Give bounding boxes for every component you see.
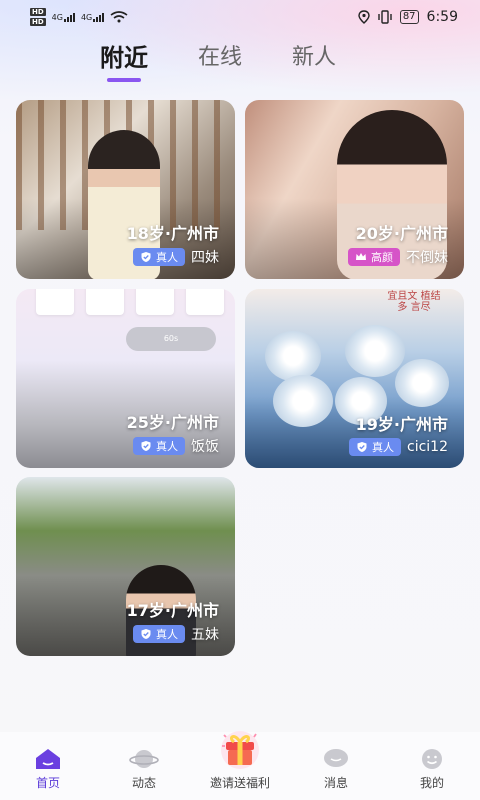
placeholder-tile [36,289,74,315]
card-info: 20岁·广州市 高颜 不倒妹 [348,220,448,267]
card-photo [395,359,449,407]
card-name: 四妹 [191,250,219,266]
planet-icon [129,750,159,768]
user-card[interactable]: 20岁·广州市 高颜 不倒妹 [245,100,464,279]
signal-label-2: 4G [80,12,93,22]
battery-indicator: 87 [399,10,419,24]
nav-moments[interactable]: 动态 [104,748,184,791]
location-icon [358,10,370,24]
shield-check-icon [141,252,151,262]
status-left: HD HD 4G 4G [30,7,128,27]
bottom-nav: 首页 动态 邀请送福利 消息 我的 [0,731,480,800]
nav-label: 我的 [419,776,444,790]
badge-label: 真人 [156,251,178,264]
user-card[interactable]: 60s 25岁·广州市 真人 饭饭 [16,289,235,468]
beauty-badge: 高颜 [348,248,400,266]
tab-nearby[interactable]: 附近 [100,40,148,84]
card-tags: 真人 五妹 [127,624,219,644]
verified-badge: 真人 [133,437,185,455]
placeholder-tile [86,289,124,315]
card-name: 不倒妹 [406,250,448,266]
profile-icon [422,749,442,769]
status-right: 87 6:59 [358,9,458,25]
card-name: 饭饭 [191,439,219,455]
badge-label: 真人 [156,440,178,453]
card-info: 25岁·广州市 真人 饭饭 [127,409,219,456]
tab-new[interactable]: 新人 [292,40,336,84]
voice-duration-pill: 60s [126,327,216,351]
status-time: 6:59 [426,9,458,25]
nav-profile[interactable]: 我的 [392,748,472,791]
card-info: 19岁·广州市 真人 cici12 [349,411,448,456]
card-age-city: 17岁·广州市 [126,601,219,620]
nav-label: 首页 [35,776,60,790]
hd-label-2: HD [30,18,46,26]
shield-check-icon [357,442,367,452]
nav-label: 动态 [131,776,156,790]
nav-home[interactable]: 首页 [8,748,88,791]
signal-label-1: 4G [51,12,63,22]
card-age-city: 25岁·广州市 [126,413,219,432]
hd-label-1: HD [30,8,46,16]
nav-messages[interactable]: 消息 [296,748,376,791]
placeholder-tile [136,289,174,315]
card-photo-placeholder [36,289,224,315]
card-info: 18岁·广州市 真人 四妹 [127,220,219,267]
card-info: 17岁·广州市 真人 五妹 [127,597,219,644]
badge-label: 真人 [372,441,394,454]
card-photo [273,375,333,427]
signal-icon: 4G [51,12,75,22]
placeholder-tile [186,289,224,315]
gift-icon[interactable] [218,726,262,770]
card-tags: 真人 四妹 [127,247,219,267]
signal-icon-2: 4G [80,12,105,22]
verified-badge: 真人 [349,438,401,456]
card-tags: 高颜 不倒妹 [348,247,448,267]
status-bar: HD HD 4G 4G 87 6:59 [0,0,480,34]
card-age-city: 20岁·广州市 [355,224,448,243]
user-card[interactable]: 宜且文 植结多 言尽 19岁·广州市 真人 cici12 [245,289,464,468]
user-card[interactable]: 17岁·广州市 真人 五妹 [16,477,235,656]
card-name: 五妹 [191,627,219,643]
top-tabs: 附近 在线 新人 [0,40,480,90]
card-name: cici12 [407,439,448,455]
card-photo [265,331,321,381]
tab-online[interactable]: 在线 [198,40,242,84]
wifi-icon [110,11,128,23]
verified-badge: 真人 [133,625,185,643]
verified-badge: 真人 [133,248,185,266]
vibrate-icon [378,10,392,24]
hd-indicator: HD HD [30,7,46,27]
card-age-city: 18岁·广州市 [126,224,219,243]
chat-icon [324,749,348,767]
nav-label: 消息 [323,776,348,790]
nav-label: 邀请送福利 [209,776,270,790]
user-card[interactable]: 18岁·广州市 真人 四妹 [16,100,235,279]
card-age-city: 19岁·广州市 [355,415,448,434]
crown-icon [356,253,366,260]
badge-label: 高颜 [371,251,393,264]
shield-check-icon [141,441,151,451]
card-tags: 真人 饭饭 [127,436,219,456]
card-tags: 真人 cici12 [349,438,448,456]
badge-label: 真人 [156,628,178,641]
shield-check-icon [141,629,151,639]
handwritten-note: 宜且文 植结多 言尽 [387,291,441,313]
home-icon [36,749,60,769]
card-photo [345,325,405,377]
